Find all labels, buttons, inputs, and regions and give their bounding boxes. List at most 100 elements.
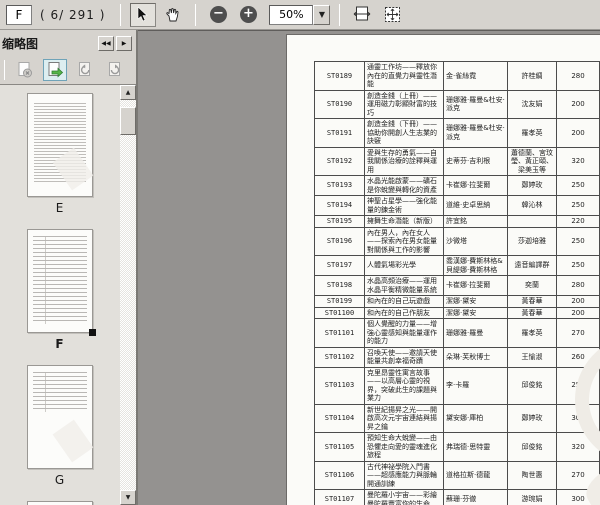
document-view[interactable]: ST0189 通靈工作坊——釋放你內在的直覺力與靈性潛能 金·雀絲霓 許桂綢 280 ST…	[138, 30, 600, 505]
table-row: ST0193 水晶光能啟蒙——礦石是你蛻變與轉化的資產 卡崔娜·拉斐爾 鄭婷玫 250	[314, 175, 600, 196]
table-cell: 黃春華	[507, 306, 557, 319]
table-cell: 擁舞生命潛能（新版）	[364, 215, 444, 228]
table-row: ST0198 水晶高頻治療——運用水晶平衡精微能量系統 卡崔娜·拉斐爾 奕蘭 280	[314, 275, 600, 296]
table-cell: ST0193	[314, 175, 365, 196]
rotate-right-button[interactable]	[103, 59, 127, 81]
fit-width-button[interactable]	[349, 3, 375, 27]
hand-tool-button[interactable]	[160, 3, 186, 27]
page-label-input[interactable]	[6, 4, 32, 25]
thumbnail-page-e[interactable]	[26, 93, 93, 197]
rotate-left-icon	[76, 61, 94, 79]
table-cell: ST01101	[314, 318, 365, 348]
table-cell: 愛與生存的勇氣——自我關係治療的詮釋與運用	[364, 146, 444, 176]
table-cell: 300	[556, 403, 600, 433]
table-cell: 金·雀絲霓	[443, 61, 508, 91]
thumbnail-page-g[interactable]	[26, 365, 93, 469]
thumbnail-toolbar	[0, 56, 136, 84]
table-cell: 預知生命大蛻變——由恐懼走向愛的靈魂進化旅程	[364, 432, 444, 462]
table-cell: ST01106	[314, 460, 365, 490]
thumbnail-page-f[interactable]	[26, 229, 96, 336]
thumbnail-content	[32, 372, 87, 412]
table-cell: 200	[556, 306, 600, 319]
table-cell: 鄭婷玫	[507, 175, 557, 196]
table-cell: 喬漢娜·費斯林格&貝緹娜·費斯林格	[443, 255, 508, 276]
panel-forward-button[interactable]: ▶	[116, 35, 132, 51]
thumbnail-label: G	[54, 473, 65, 487]
table-cell: 游琬娟	[507, 489, 557, 505]
table-cell: 250	[556, 255, 600, 276]
toolbar-separator	[339, 3, 341, 26]
table-cell: 250	[556, 366, 600, 405]
table-cell: 許宜銘	[443, 215, 508, 228]
hand-pan-icon	[165, 7, 181, 23]
toolbar-separator	[4, 60, 5, 80]
toolbar-separator	[120, 3, 122, 26]
table-cell: 250	[556, 195, 600, 216]
table-row: ST01107 曼陀羅小宇宙——彩繪曼陀羅豐富你的生命 蘇珊·芬徹 游琬娟 300	[314, 489, 600, 505]
scroll-down-button[interactable]: ▼	[120, 490, 136, 505]
table-cell: ST0196	[314, 226, 365, 256]
table-row: ST01106 古代神祕學院入門書——超感應能力與脈輪開通訓練 道格拉斯·德龍 陶世惠…	[314, 460, 600, 490]
thumbnails-panel: 缩略图 ◀◀ ▶ E F G ▲ ▼	[0, 30, 138, 505]
cursor-arrow-icon	[136, 6, 150, 23]
chevron-down-icon[interactable]: ▼	[313, 4, 331, 25]
minus-circle-icon: −	[209, 6, 227, 23]
table-row: ST0191 創造金錢（下冊）——協助你開創人生志業的訣竅 珊娜雅·羅曼&杜安·派克…	[314, 118, 600, 148]
table-cell: ST01103	[314, 366, 365, 405]
table-cell: 鄭婷玫	[507, 403, 557, 433]
rotate-left-button[interactable]	[73, 59, 97, 81]
sidebar-scrollbar[interactable]: ▲ ▼	[120, 85, 136, 505]
table-cell: 200	[556, 295, 600, 308]
table-cell: 道維·史卓思納	[443, 195, 508, 216]
zoom-in-button[interactable]: +	[235, 3, 261, 27]
table-row: ST0192 愛與生存的勇氣——自我關係治療的詮釋與運用 史蒂芬·吉利根 蕭德蘭、宮玟…	[314, 146, 600, 176]
table-cell: 創造金錢（下冊）——協助你開創人生志業的訣竅	[364, 118, 444, 148]
delete-page-button[interactable]	[13, 59, 37, 81]
table-cell: 潔娜·黛安	[443, 295, 508, 308]
scroll-up-button[interactable]: ▲	[120, 85, 136, 100]
table-cell: 黃春華	[507, 295, 557, 308]
table-cell: 320	[556, 432, 600, 462]
table-row: ST01101 個人覺醒的力量——增強心靈感知與能量運作的能力 珊娜雅·羅曼 羅孝英 2…	[314, 318, 600, 348]
thumbnail-label: E	[55, 201, 64, 215]
table-cell: 羅孝英	[507, 318, 557, 348]
table-cell: ST0189	[314, 61, 365, 91]
table-cell: 奕蘭	[507, 275, 557, 296]
table-cell: ST0192	[314, 146, 365, 176]
table-cell: 270	[556, 460, 600, 490]
table-cell: 召喚天使——邀請天使能量共創幸福奇蹟	[364, 346, 444, 368]
panel-title: 缩略图	[2, 36, 39, 51]
main-toolbar: ( 6/ 291 ) − + 50% ▼	[0, 0, 600, 30]
panel-back-button[interactable]: ◀◀	[98, 35, 114, 51]
thumbnail-page-partial[interactable]	[26, 501, 93, 505]
table-cell: 沙微塔	[443, 226, 508, 256]
zoom-level-combo[interactable]: 50% ▼	[269, 4, 331, 25]
table-row: ST0197 人體氣場彩光學 喬漢娜·費斯林格&貝緹娜·費斯林格 遠音編譯群 250	[314, 255, 600, 276]
table-row: ST01104 新世紀揚昇之光——開啟高次元宇宙連結與揚昇之鑰 黛安娜·庫柏 鄭婷玫 3…	[314, 403, 600, 433]
table-cell: 黛安娜·庫柏	[443, 403, 508, 433]
table-cell: 陶世惠	[507, 460, 557, 490]
table-cell	[507, 215, 557, 228]
table-cell: 水晶光能啟蒙——礦石是你蛻變與轉化的資產	[364, 175, 444, 196]
zoom-out-button[interactable]: −	[205, 3, 231, 27]
table-cell: 沈友娟	[507, 89, 557, 119]
selection-handle[interactable]	[88, 329, 96, 336]
table-cell: ST0191	[314, 118, 365, 148]
table-row: ST0189 通靈工作坊——釋放你內在的直覺力與靈性潛能 金·雀絲霓 許桂綢 280	[314, 61, 600, 91]
zoom-level-value: 50%	[269, 4, 314, 25]
table-cell: 邱俊銘	[507, 432, 557, 462]
table-row: ST0194 神聖占星學——強化能量的鍊金術 道維·史卓思納 韓沁林 250	[314, 195, 600, 216]
table-cell: 通靈工作坊——釋放你內在的直覺力與靈性潛能	[364, 61, 444, 91]
table-cell: 弗瑞德·思特靈	[443, 432, 508, 462]
table-cell: 內在男人，內在女人——探索內在男女能量對關係與工作的影響	[364, 226, 444, 256]
table-cell: 潔娜·黛安	[443, 306, 508, 319]
fit-page-button[interactable]	[379, 3, 405, 27]
table-cell: 和內在的自己玩遊戲	[364, 295, 444, 308]
thumbnail-content	[32, 236, 87, 324]
scrollbar-thumb[interactable]	[120, 107, 136, 135]
select-tool-button[interactable]	[130, 2, 157, 27]
table-row: ST01105 預知生命大蛻變——由恐懼走向愛的靈魂進化旅程 弗瑞德·思特靈 邱俊銘 3…	[314, 432, 600, 462]
table-cell: ST01102	[314, 346, 365, 368]
insert-page-button[interactable]	[43, 59, 67, 81]
table-cell: ST0199	[314, 295, 365, 308]
